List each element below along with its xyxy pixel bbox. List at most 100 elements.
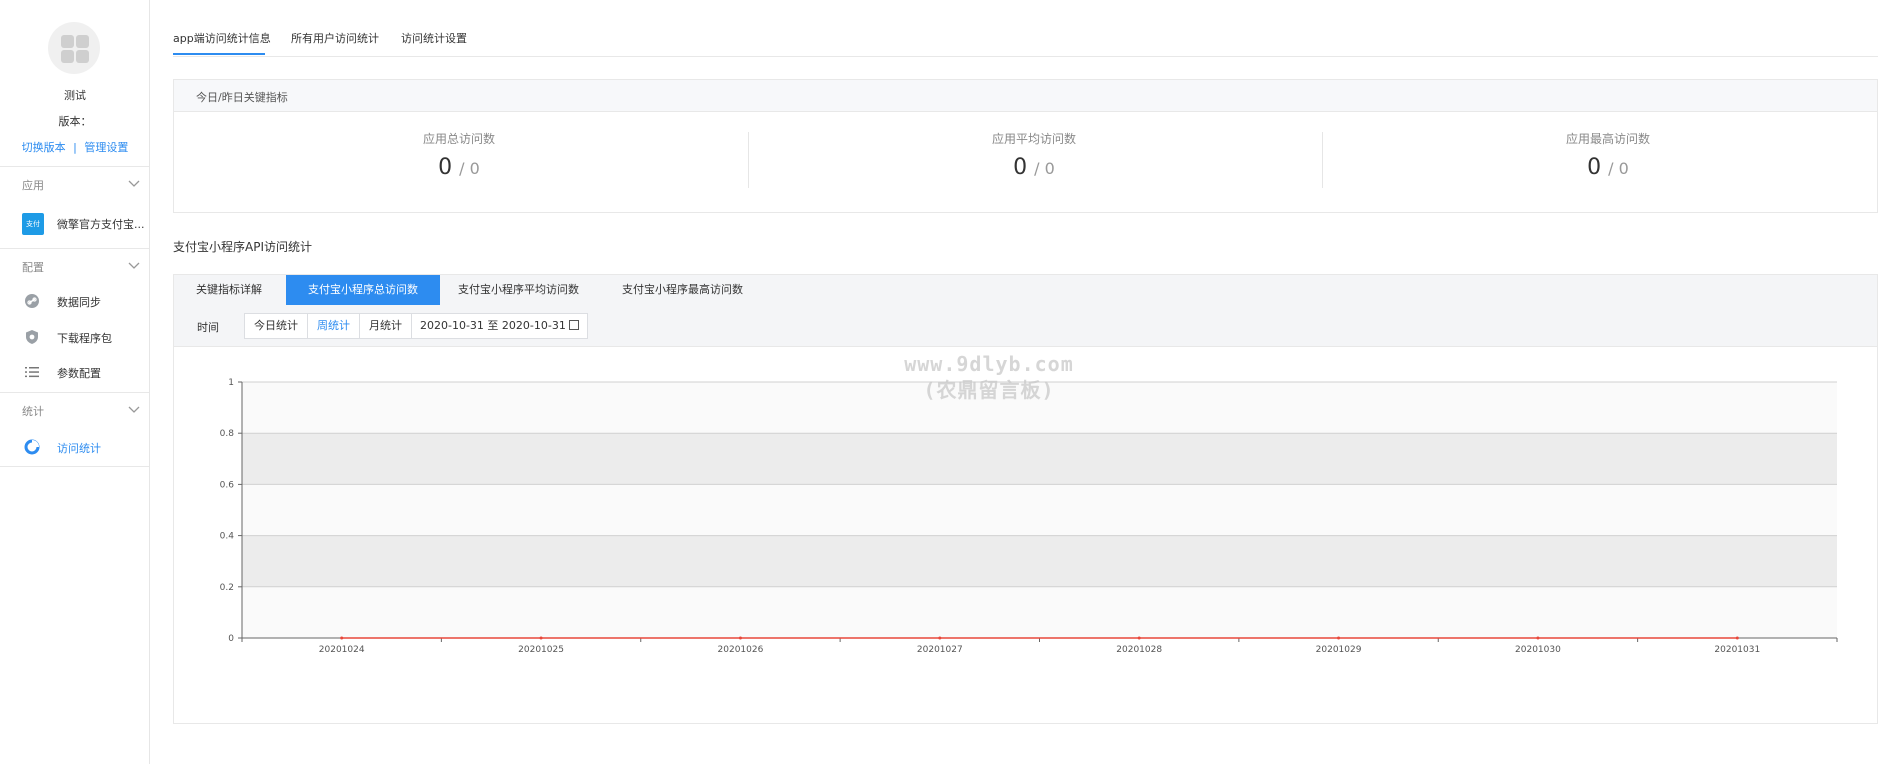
sidebar-item-visit-stats[interactable]: 访问统计 <box>0 432 149 462</box>
x-tick-label: 20201031 <box>1714 645 1760 655</box>
metric-total: 应用总访问数 0 / 0 <box>174 130 744 180</box>
date-range-picker[interactable]: 2020-10-31 至 2020-10-31 <box>412 314 587 338</box>
y-tick-label: 0.6 <box>220 480 235 490</box>
calendar-icon <box>568 320 579 330</box>
watermark-line: www.9dlyb.com <box>904 352 1074 376</box>
sidebar-item-download-package[interactable]: 下载程序包 <box>0 322 149 352</box>
stats-tabs: 关键指标详解 支付宝小程序总访问数 支付宝小程序平均访问数 支付宝小程序最高访问… <box>174 275 1877 305</box>
data-point <box>1337 636 1341 640</box>
watermark-line: (农鼎留言板) <box>923 378 1055 402</box>
y-tick-label: 0 <box>228 634 234 644</box>
date-range-text: 2020-10-31 至 2020-10-31 <box>420 319 566 332</box>
metric-yesterday: / 0 <box>459 159 480 178</box>
metric-label: 应用最高访问数 <box>1565 132 1650 146</box>
data-point <box>340 636 344 640</box>
app-thumbnail-icon: 支付 <box>22 213 44 235</box>
x-tick-label: 20201026 <box>718 645 764 655</box>
time-filter-group: 今日统计 周统计 月统计 2020-10-31 至 2020-10-31 <box>244 313 588 339</box>
link-separator: | <box>73 141 77 154</box>
metric-yesterday: / 0 <box>1608 159 1629 178</box>
data-point <box>1137 636 1141 640</box>
x-tick-label: 20201024 <box>319 645 365 655</box>
metric-value: 0 / 0 <box>1323 155 1878 180</box>
monthly-stats-button[interactable]: 月统计 <box>360 314 412 338</box>
time-filter-bar: 时间 今日统计 周统计 月统计 2020-10-31 至 2020-10-31 <box>174 305 1877 347</box>
sidebar: 测试 版本： 切换版本 | 管理设置 应用 支付 微擎官方支付宝... 配置 数… <box>0 0 150 764</box>
data-point <box>1735 636 1739 640</box>
x-tick-label: 20201027 <box>917 645 963 655</box>
metric-value: 0 / 0 <box>174 155 744 180</box>
tab-visit-settings[interactable]: 访问统计设置 <box>401 30 467 46</box>
key-metrics-panel: 今日/昨日关键指标 应用总访问数 0 / 0 应用平均访问数 0 / 0 应用最… <box>173 79 1878 213</box>
data-point <box>938 636 942 640</box>
section-label: 配置 <box>22 261 44 274</box>
metric-label: 应用平均访问数 <box>991 132 1076 146</box>
sidebar-item-label: 下载程序包 <box>57 332 112 345</box>
metric-label: 应用总访问数 <box>422 132 495 146</box>
metric-max: 应用最高访问数 0 / 0 <box>1323 130 1878 180</box>
section-label: 统计 <box>22 405 44 418</box>
metric-average: 应用平均访问数 0 / 0 <box>749 130 1319 180</box>
data-point <box>738 636 742 640</box>
tab-average-visits[interactable]: 支付宝小程序平均访问数 <box>436 275 601 305</box>
switch-version-link[interactable]: 切换版本 <box>22 141 66 154</box>
list-icon <box>25 367 39 378</box>
tab-all-user-stats[interactable]: 所有用户访问统计 <box>291 30 379 46</box>
sidebar-item-alipay-app[interactable]: 支付 微擎官方支付宝... <box>0 208 149 238</box>
x-tick-label: 20201030 <box>1515 645 1561 655</box>
section-stats[interactable]: 统计 <box>0 392 149 426</box>
line-chart: 0 0.2 0.4 0.6 0.8 1 20201024 20201025 20201026 20… <box>220 378 1838 655</box>
x-tick-label: 20201028 <box>1116 645 1162 655</box>
weekly-stats-button[interactable]: 周统计 <box>308 314 360 338</box>
app-logo <box>48 22 100 74</box>
api-section-title: 支付宝小程序API访问统计 <box>173 240 312 254</box>
x-tick-label: 20201025 <box>518 645 564 655</box>
tab-app-visit-stats[interactable]: app端访问统计信息 <box>173 30 271 46</box>
watermark: www.9dlyb.com (农鼎留言板) <box>864 351 1114 403</box>
panel-title: 今日/昨日关键指标 <box>174 80 1877 112</box>
tab-max-visits[interactable]: 支付宝小程序最高访问数 <box>600 275 765 305</box>
main-content: app端访问统计信息 所有用户访问统计 访问统计设置 今日/昨日关键指标 应用总… <box>150 0 1878 764</box>
manage-settings-link[interactable]: 管理设置 <box>84 141 128 154</box>
x-tick-label: 20201029 <box>1316 645 1362 655</box>
tab-total-visits[interactable]: 支付宝小程序总访问数 <box>286 275 440 305</box>
tab-key-metric-details[interactable]: 关键指标详解 <box>174 275 284 305</box>
y-tick-label: 0.8 <box>220 429 235 439</box>
chevron-down-icon <box>128 406 140 413</box>
divider <box>0 466 149 467</box>
chart-area: 0 0.2 0.4 0.6 0.8 1 20201024 20201025 20201026 20… <box>174 348 1877 723</box>
grid-band <box>242 535 1837 587</box>
sidebar-item-label: 数据同步 <box>57 296 101 309</box>
grid-band <box>242 484 1837 536</box>
sidebar-item-data-sync[interactable]: 数据同步 <box>0 286 149 316</box>
app-links: 切换版本 | 管理设置 <box>0 139 150 155</box>
chevron-down-icon <box>128 180 140 187</box>
sidebar-item-label: 微擎官方支付宝... <box>57 218 145 231</box>
sidebar-item-label: 访问统计 <box>57 442 101 455</box>
y-tick-label: 1 <box>228 378 234 388</box>
data-point <box>539 636 543 640</box>
y-tick-label: 0.4 <box>220 532 235 542</box>
sidebar-item-param-config[interactable]: 参数配置 <box>0 357 149 387</box>
sidebar-item-label: 参数配置 <box>57 367 101 380</box>
time-label: 时间 <box>197 321 219 334</box>
grid-band <box>242 433 1837 485</box>
top-tabs: app端访问统计信息 所有用户访问统计 访问统计设置 <box>173 0 1878 57</box>
metric-today: 0 <box>1013 155 1028 180</box>
app-version-label: 版本： <box>58 115 92 128</box>
link-icon <box>25 294 39 308</box>
metric-today: 0 <box>1587 155 1602 180</box>
app-name: 测试 <box>64 89 86 102</box>
y-tick-label: 0.2 <box>220 583 234 593</box>
active-tab-indicator <box>173 53 265 55</box>
section-app[interactable]: 应用 <box>0 166 149 200</box>
grid-band <box>242 586 1837 638</box>
metric-yesterday: / 0 <box>1034 159 1055 178</box>
daily-stats-button[interactable]: 今日统计 <box>245 314 308 338</box>
section-label: 应用 <box>22 179 44 192</box>
section-config[interactable]: 配置 <box>0 248 149 282</box>
metric-value: 0 / 0 <box>749 155 1319 180</box>
data-point <box>1536 636 1540 640</box>
api-stats-panel: 关键指标详解 支付宝小程序总访问数 支付宝小程序平均访问数 支付宝小程序最高访问… <box>173 274 1878 724</box>
chevron-down-icon <box>128 262 140 269</box>
